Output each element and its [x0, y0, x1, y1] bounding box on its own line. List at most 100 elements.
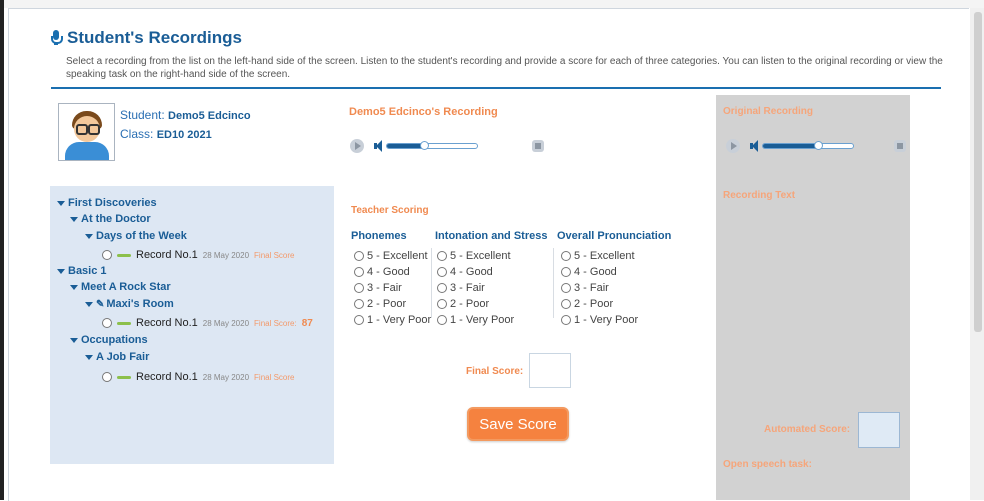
score-option-label: 2 - Poor: [367, 298, 407, 310]
play-icon[interactable]: [350, 139, 364, 153]
score-option-label: 4 - Good: [450, 266, 493, 278]
score-radio[interactable]: [437, 299, 447, 309]
audio-progress-track[interactable]: [762, 141, 854, 150]
waveform-icon: [117, 253, 131, 257]
recording-text-label: Recording Text: [723, 190, 796, 201]
volume-icon[interactable]: [750, 140, 758, 152]
teacher-scoring-title: Teacher Scoring: [351, 205, 429, 216]
score-radio[interactable]: [354, 299, 364, 309]
original-audio-player: [726, 131, 916, 161]
score-option-phonemes[interactable]: 4 - Good: [354, 266, 410, 278]
score-option-label: 4 - Good: [367, 266, 410, 278]
tree-node-meet-a-rock-star[interactable]: Meet A Rock Star: [70, 281, 171, 293]
scrollbar-thumb[interactable]: [974, 12, 982, 332]
avatar: [58, 103, 115, 161]
class-info: Class: ED10 2021: [120, 127, 212, 141]
record-name: Record No.1: [136, 371, 198, 383]
play-icon[interactable]: [726, 139, 740, 153]
score-radio[interactable]: [561, 267, 571, 277]
waveform-icon: [117, 375, 131, 379]
score-option-label: 5 - Excellent: [450, 250, 511, 262]
list-item[interactable]: Record No.1 28 May 2020 Final Score: 87: [102, 317, 313, 329]
final-score-input[interactable]: [529, 353, 571, 388]
class-label: Class:: [120, 127, 154, 141]
student-name: Demo5 Edcinco: [168, 110, 251, 122]
record-radio[interactable]: [102, 318, 112, 328]
pencil-icon: ✎: [96, 299, 105, 310]
caret-down-icon: [70, 337, 78, 343]
record-name: Record No.1: [136, 317, 198, 329]
tree-node-days-of-the-week[interactable]: Days of the Week: [85, 230, 187, 242]
score-radio[interactable]: [561, 283, 571, 293]
score-option-intonation[interactable]: 4 - Good: [437, 266, 493, 278]
tree-node-a-job-fair[interactable]: A Job Fair: [85, 351, 149, 363]
page-description: Select a recording from the list on the …: [66, 56, 943, 80]
score-option-label: 3 - Fair: [367, 282, 402, 294]
caret-down-icon: [57, 200, 65, 206]
record-final-score-label: Final Score:: [254, 318, 297, 328]
caret-down-icon: [85, 354, 93, 360]
score-option-intonation[interactable]: 3 - Fair: [437, 282, 485, 294]
list-item[interactable]: Record No.1 28 May 2020 Final Score: [102, 249, 295, 261]
score-option-label: 3 - Fair: [450, 282, 485, 294]
score-radio[interactable]: [437, 267, 447, 277]
score-option-label: 1 - Very Poor: [450, 314, 515, 326]
tree-node-maxis-room[interactable]: ✎ Maxi's Room: [85, 298, 174, 310]
score-radio[interactable]: [437, 251, 447, 261]
stop-icon[interactable]: [532, 140, 544, 152]
score-option-overall[interactable]: 3 - Fair: [561, 282, 609, 294]
class-name: ED10 2021: [156, 129, 212, 141]
score-radio[interactable]: [354, 251, 364, 261]
score-option-phonemes[interactable]: 2 - Poor: [354, 298, 406, 310]
record-final-score-label: Final Score: [254, 372, 295, 382]
header-divider: [51, 87, 941, 89]
student-label: Student:: [120, 108, 165, 122]
score-option-phonemes[interactable]: 3 - Fair: [354, 282, 402, 294]
score-option-overall[interactable]: 2 - Poor: [561, 298, 613, 310]
tree-node-occupations[interactable]: Occupations: [70, 334, 148, 346]
record-date: 28 May 2020: [202, 318, 250, 328]
list-item[interactable]: Record No.1 28 May 2020 Final Score: [102, 371, 295, 383]
microphone-icon: [51, 30, 63, 46]
score-option-intonation[interactable]: 2 - Poor: [437, 298, 489, 310]
record-radio[interactable]: [102, 250, 112, 260]
stop-icon[interactable]: [894, 140, 906, 152]
record-radio[interactable]: [102, 372, 112, 382]
audio-progress-knob[interactable]: [814, 141, 823, 150]
score-option-label: 2 - Poor: [574, 298, 614, 310]
score-option-overall[interactable]: 1 - Very Poor: [561, 314, 638, 326]
score-radio[interactable]: [561, 299, 571, 309]
score-radio[interactable]: [354, 267, 364, 277]
caret-down-icon: [85, 233, 93, 239]
student-recording-title: Demo5 Edcinco's Recording: [349, 106, 498, 118]
waveform-icon: [117, 321, 131, 325]
audio-progress-track[interactable]: [386, 141, 478, 150]
score-option-overall[interactable]: 4 - Good: [561, 266, 617, 278]
caret-down-icon: [70, 216, 78, 222]
tree-node-at-the-doctor[interactable]: At the Doctor: [70, 213, 151, 225]
caret-down-icon: [70, 284, 78, 290]
score-option-intonation[interactable]: 1 - Very Poor: [437, 314, 514, 326]
column-divider: [431, 248, 432, 318]
score-radio[interactable]: [561, 251, 571, 261]
record-date: 28 May 2020: [202, 250, 250, 260]
automated-score-box: [858, 412, 900, 448]
score-radio[interactable]: [354, 315, 364, 325]
tree-node-basic-1[interactable]: Basic 1: [57, 265, 107, 277]
score-option-phonemes[interactable]: 1 - Very Poor: [354, 314, 431, 326]
page-header: Student's Recordings: [51, 28, 242, 48]
audio-progress-knob[interactable]: [420, 141, 429, 150]
score-option-label: 1 - Very Poor: [367, 314, 432, 326]
final-score-label: Final Score:: [466, 366, 524, 377]
column-header-overall: Overall Pronunciation: [557, 230, 672, 242]
score-radio[interactable]: [354, 283, 364, 293]
score-option-overall[interactable]: 5 - Excellent: [561, 250, 635, 262]
score-radio[interactable]: [561, 315, 571, 325]
save-score-button[interactable]: Save Score: [467, 407, 569, 441]
tree-node-first-discoveries[interactable]: First Discoveries: [57, 197, 157, 209]
score-option-intonation[interactable]: 5 - Excellent: [437, 250, 511, 262]
score-option-phonemes[interactable]: 5 - Excellent: [354, 250, 428, 262]
score-radio[interactable]: [437, 283, 447, 293]
score-radio[interactable]: [437, 315, 447, 325]
volume-icon[interactable]: [374, 140, 382, 152]
